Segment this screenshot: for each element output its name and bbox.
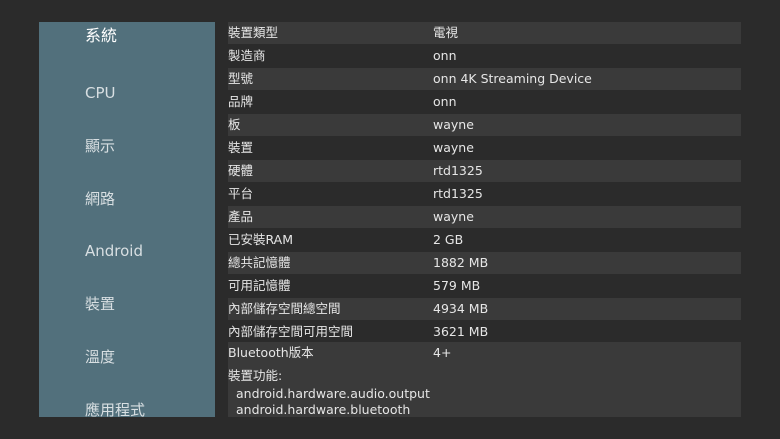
info-row-total-memory: 總共記憶體 1882 MB	[228, 252, 741, 274]
sidebar-item-apps[interactable]: 應用程式	[85, 400, 145, 417]
info-row-installed-ram: 已安裝RAM 2 GB	[228, 229, 741, 251]
features-label: 裝置功能:	[228, 368, 283, 383]
info-label: 裝置類型	[228, 25, 279, 40]
info-label: 內部儲存空間總空間	[228, 301, 341, 316]
info-row-board: 板 wayne	[228, 114, 741, 136]
info-label: 可用記憶體	[228, 278, 291, 293]
info-label: Bluetooth版本	[228, 345, 314, 360]
info-row-device: 裝置 wayne	[228, 137, 741, 159]
sidebar-item-display[interactable]: 顯示	[85, 136, 115, 156]
info-row-storage-free: 內部儲存空間可用空間 3621 MB	[228, 321, 741, 343]
info-label: 品牌	[228, 94, 254, 109]
screen: 系統 CPU 顯示 網路 Android 裝置 溫度 應用程式 裝置類型 電視 …	[0, 0, 780, 439]
device-features-block: 裝置功能: android.hardware.audio.output andr…	[228, 364, 741, 417]
feature-item: android.hardware.bluetooth	[236, 402, 411, 417]
info-value: 4934 MB	[433, 301, 489, 316]
info-row-device-type: 裝置類型 電視	[228, 22, 741, 44]
info-row-bluetooth-version: Bluetooth版本 4+	[228, 342, 741, 364]
info-value: onn	[433, 94, 457, 109]
info-label: 板	[228, 117, 241, 132]
info-row-product: 產品 wayne	[228, 206, 741, 228]
info-value: rtd1325	[433, 186, 483, 201]
sidebar-item-device[interactable]: 裝置	[85, 294, 115, 314]
info-value: wayne	[433, 117, 474, 132]
info-label: 硬體	[228, 163, 254, 178]
info-label: 製造商	[228, 48, 266, 63]
info-value: wayne	[433, 140, 474, 155]
info-row-manufacturer: 製造商 onn	[228, 45, 741, 67]
info-row-brand: 品牌 onn	[228, 91, 741, 113]
system-info-panel: 裝置類型 電視 製造商 onn 型號 onn 4K Streaming Devi…	[228, 22, 741, 417]
info-label: 型號	[228, 71, 254, 86]
info-label: 已安裝RAM	[228, 232, 294, 247]
info-value: 579 MB	[433, 278, 481, 293]
info-value: 4+	[433, 345, 452, 360]
info-label: 裝置	[228, 140, 254, 155]
info-label: 內部儲存空間可用空間	[228, 324, 354, 339]
feature-item: android.hardware.audio.output	[236, 386, 430, 401]
info-value: wayne	[433, 209, 474, 224]
info-label: 平台	[228, 186, 254, 201]
sidebar-item-system[interactable]: 系統	[85, 26, 117, 46]
sidebar-item-cpu[interactable]: CPU	[85, 83, 116, 103]
info-label: 總共記憶體	[228, 255, 291, 270]
info-value: 1882 MB	[433, 255, 489, 270]
info-label: 產品	[228, 209, 254, 224]
info-row-available-memory: 可用記憶體 579 MB	[228, 275, 741, 297]
sidebar-item-temperature[interactable]: 溫度	[85, 347, 115, 367]
info-value: 電視	[433, 25, 459, 40]
sidebar-menu: 系統 CPU 顯示 網路 Android 裝置 溫度 應用程式	[39, 22, 215, 417]
info-value: rtd1325	[433, 163, 483, 178]
info-value: onn	[433, 48, 457, 63]
info-row-hardware: 硬體 rtd1325	[228, 160, 741, 182]
info-value: 3621 MB	[433, 324, 489, 339]
sidebar-item-android[interactable]: Android	[85, 241, 143, 261]
info-row-model: 型號 onn 4K Streaming Device	[228, 68, 741, 90]
info-value: onn 4K Streaming Device	[433, 71, 592, 86]
info-row-platform: 平台 rtd1325	[228, 183, 741, 205]
info-row-storage-total: 內部儲存空間總空間 4934 MB	[228, 298, 741, 320]
info-value: 2 GB	[433, 232, 464, 247]
sidebar-item-network[interactable]: 網路	[85, 189, 115, 209]
